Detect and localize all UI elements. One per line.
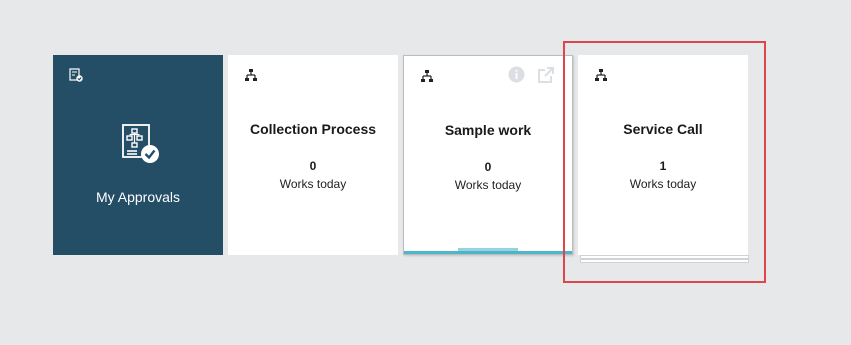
tile-sample-work[interactable]: Sample work 0 Works today [403,55,573,255]
workflow-hierarchy-icon [421,70,433,82]
tile-title: Collection Process [249,121,377,137]
tile-label: My Approvals [95,189,181,205]
dashboard-canvas: My Approvals Collection Process 0 Works … [0,0,851,345]
tile-hover-bar-accent [458,248,518,254]
tile-subtitle: Works today [279,177,347,191]
tile-count: 1 [659,159,667,173]
tile-title: Sample work [444,122,532,138]
tile-collection-process[interactable]: Collection Process 0 Works today [228,55,398,255]
tile-stack-layer [580,259,749,263]
tile-stack-layer [580,255,749,259]
approval-small-icon [69,68,83,82]
tile-count: 0 [484,160,492,174]
tile-title: Service Call [623,121,703,137]
tile-subtitle: Works today [629,177,697,191]
workflow-hierarchy-icon [595,69,607,81]
popout-icon[interactable] [537,66,555,84]
info-icon[interactable] [508,66,525,83]
tile-my-approvals[interactable]: My Approvals [53,55,223,255]
tile-service-call[interactable]: Service Call 1 Works today [578,55,748,255]
approval-checklist-icon [122,124,159,163]
tile-count: 0 [309,159,317,173]
tile-subtitle: Works today [454,178,522,192]
workflow-hierarchy-icon [245,69,257,81]
